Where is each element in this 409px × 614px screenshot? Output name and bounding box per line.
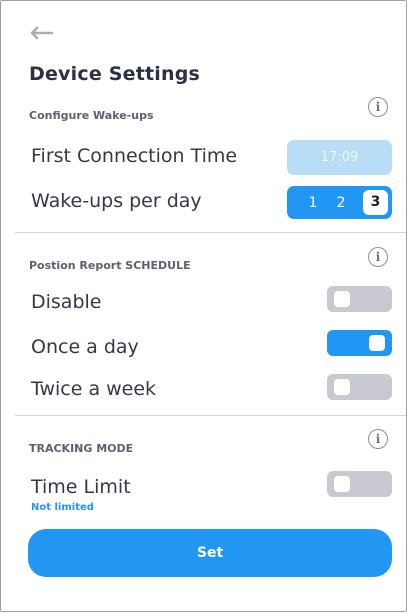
time-limit-label: Time Limit (31, 476, 131, 498)
divider (15, 232, 406, 233)
divider (15, 415, 406, 416)
toggle-knob (334, 291, 350, 307)
first-connection-time-field[interactable]: 17:09 (287, 140, 392, 175)
page-title: Device Settings (29, 63, 201, 85)
wakeups-option-3[interactable]: 3 (363, 190, 388, 215)
once-a-day-label: Once a day (31, 336, 139, 358)
toggle-knob (334, 379, 350, 395)
wakeups-section-label: Configure Wake-ups (29, 109, 154, 122)
toggle-knob (334, 476, 350, 492)
back-button[interactable] (28, 25, 54, 41)
wakeups-per-day-label: Wake-ups per day (31, 190, 202, 212)
first-connection-label: First Connection Time (31, 145, 238, 167)
wakeups-per-day-selector: 1 2 3 (287, 186, 392, 219)
time-limit-toggle[interactable] (327, 471, 392, 497)
disable-toggle[interactable] (327, 286, 392, 312)
set-button[interactable]: Set (28, 529, 392, 577)
info-icon[interactable]: i (368, 247, 388, 267)
twice-a-week-toggle[interactable] (327, 374, 392, 400)
disable-label: Disable (31, 291, 102, 313)
toggle-knob (369, 335, 385, 351)
wakeups-option-2[interactable]: 2 (327, 195, 355, 211)
wakeups-option-1[interactable]: 1 (299, 195, 327, 211)
info-icon[interactable]: i (368, 97, 388, 117)
tracking-section-label: TRACKING MODE (29, 442, 134, 455)
twice-a-week-label: Twice a week (31, 378, 157, 400)
position-report-section-label: Postion Report SCHEDULE (29, 259, 191, 272)
info-icon[interactable]: i (368, 429, 388, 449)
arrow-left-icon (30, 26, 54, 40)
device-settings-screen: Device Settings Configure Wake-ups i Fir… (0, 0, 407, 612)
once-a-day-toggle[interactable] (327, 330, 392, 356)
time-limit-value: Not limited (31, 502, 94, 513)
